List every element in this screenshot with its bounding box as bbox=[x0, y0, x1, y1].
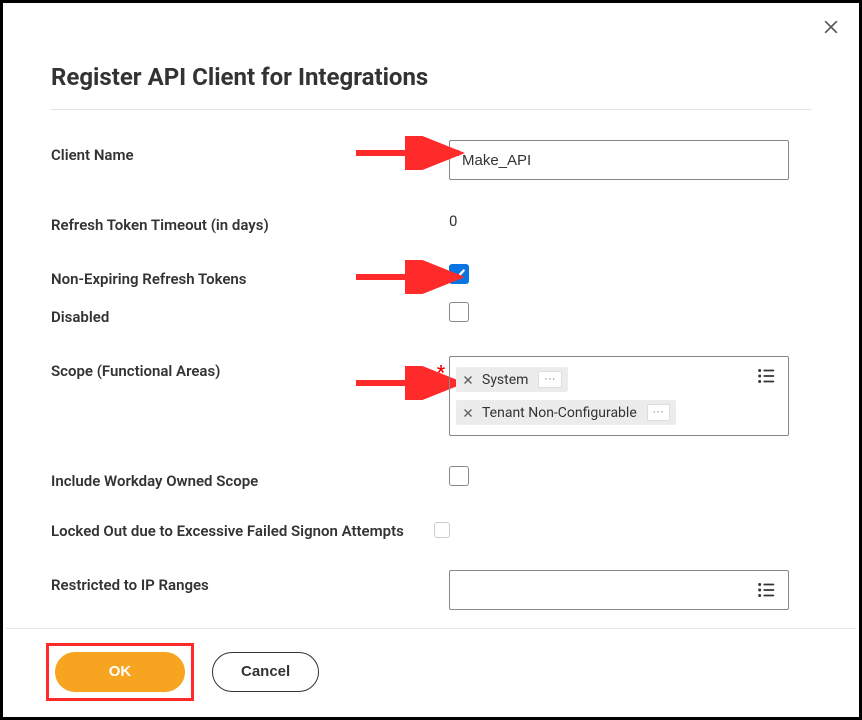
required-asterisk: * bbox=[437, 146, 445, 167]
scope-tag-label: System bbox=[482, 372, 528, 388]
row-scope: Scope (Functional Areas) * System ··· bbox=[51, 356, 811, 436]
required-asterisk: * bbox=[437, 362, 445, 383]
ok-button[interactable]: OK bbox=[55, 652, 185, 692]
dialog-content: Register API Client for Integrations Cli… bbox=[3, 3, 859, 610]
label-client-name: Client Name bbox=[51, 146, 134, 164]
row-refresh-timeout: Refresh Token Timeout (in days) 0 bbox=[51, 210, 811, 234]
refresh-timeout-value: 0 bbox=[449, 210, 457, 230]
divider bbox=[51, 109, 811, 110]
cancel-button[interactable]: Cancel bbox=[212, 652, 319, 692]
label-non-expiring: Non-Expiring Refresh Tokens bbox=[51, 270, 247, 288]
disabled-checkbox[interactable] bbox=[449, 302, 469, 322]
label-refresh-timeout: Refresh Token Timeout (in days) bbox=[51, 216, 269, 234]
label-include-owned: Include Workday Owned Scope bbox=[51, 472, 258, 490]
tag-menu-icon[interactable]: ··· bbox=[647, 404, 671, 421]
row-ip-ranges: Restricted to IP Ranges bbox=[51, 570, 811, 610]
non-expiring-checkbox[interactable] bbox=[449, 264, 469, 284]
scope-tag-label: Tenant Non-Configurable bbox=[482, 405, 637, 421]
dialog-title: Register API Client for Integrations bbox=[51, 63, 811, 91]
dialog-frame: Register API Client for Integrations Cli… bbox=[0, 0, 862, 720]
label-locked-out: Locked Out due to Excessive Failed Signo… bbox=[51, 520, 404, 540]
label-disabled: Disabled bbox=[51, 308, 109, 326]
label-ip-ranges: Restricted to IP Ranges bbox=[51, 576, 209, 594]
scope-tag: System ··· bbox=[456, 367, 568, 392]
client-name-input[interactable] bbox=[449, 140, 789, 180]
list-picker-icon[interactable] bbox=[756, 579, 778, 601]
row-client-name: Client Name * bbox=[51, 140, 811, 180]
scope-multiselect[interactable]: System ··· Tenant Non-Configurable ··· bbox=[449, 356, 789, 436]
label-scope: Scope (Functional Areas) bbox=[51, 362, 220, 380]
row-include-owned: Include Workday Owned Scope bbox=[51, 466, 811, 490]
required-asterisk: * bbox=[437, 270, 445, 291]
scope-tag: Tenant Non-Configurable ··· bbox=[456, 400, 676, 425]
row-locked-out: Locked Out due to Excessive Failed Signo… bbox=[51, 520, 811, 540]
ip-ranges-picker[interactable] bbox=[449, 570, 789, 610]
locked-out-checkbox bbox=[434, 522, 450, 538]
remove-tag-icon[interactable] bbox=[462, 407, 474, 419]
include-owned-checkbox[interactable] bbox=[449, 466, 469, 486]
dialog-footer: OK Cancel bbox=[6, 628, 856, 714]
row-disabled: Disabled bbox=[51, 302, 811, 326]
row-non-expiring: Non-Expiring Refresh Tokens * bbox=[51, 264, 811, 288]
annotation-highlight: OK bbox=[46, 643, 194, 701]
tag-menu-icon[interactable]: ··· bbox=[538, 371, 562, 388]
remove-tag-icon[interactable] bbox=[462, 374, 474, 386]
close-icon[interactable] bbox=[821, 17, 841, 37]
list-picker-icon[interactable] bbox=[756, 365, 778, 387]
